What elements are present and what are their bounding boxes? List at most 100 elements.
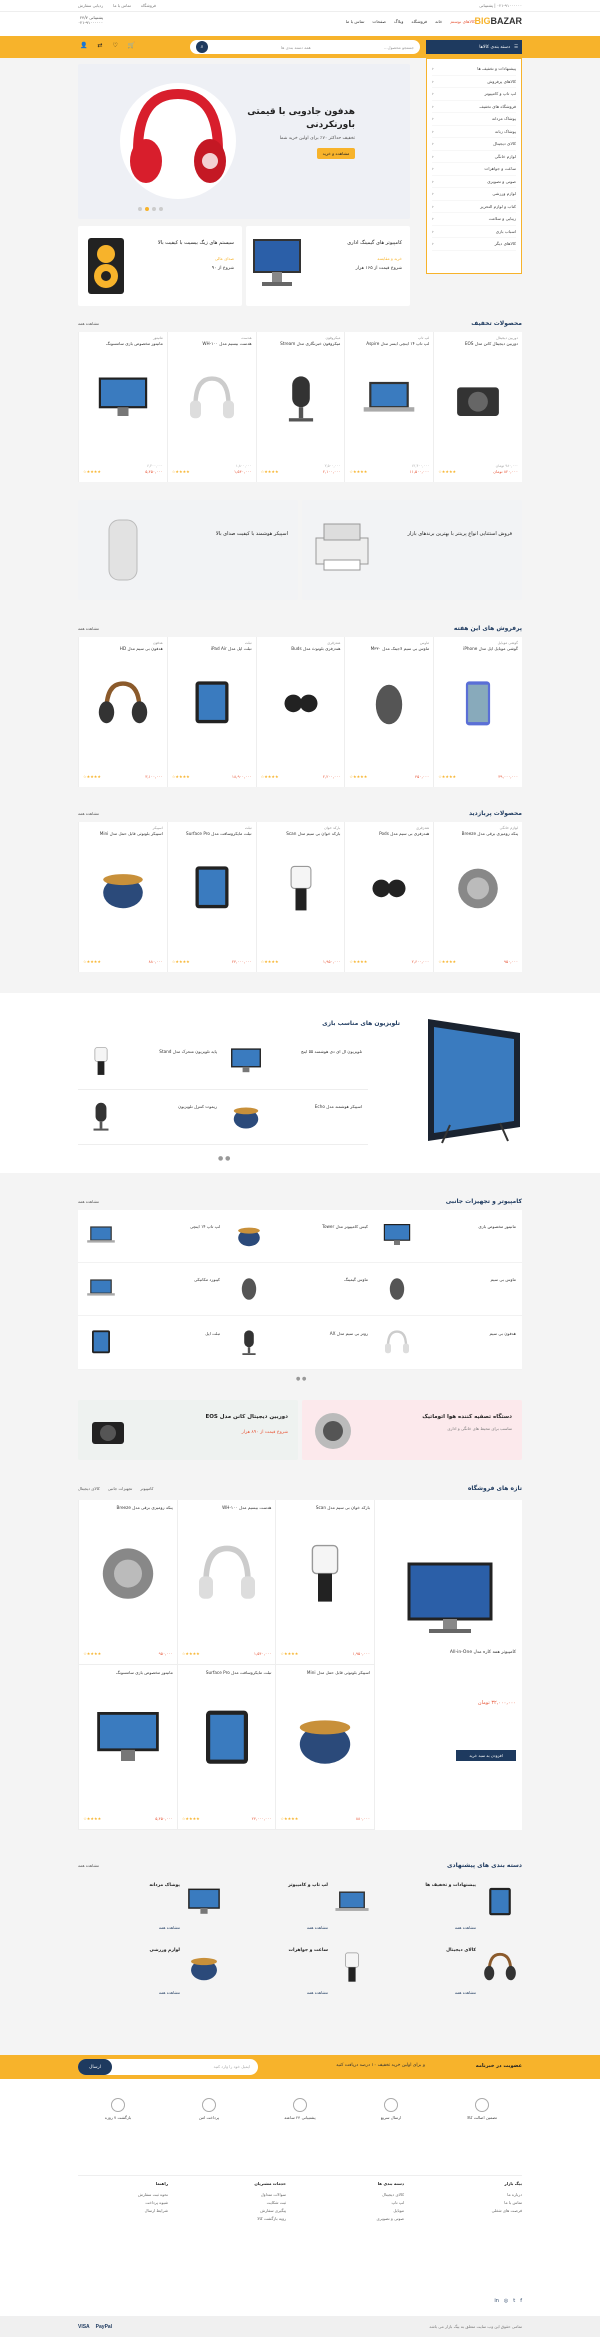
category-card-link[interactable]: مشاهده همه	[455, 1925, 476, 1930]
category-card[interactable]: ساعت و جواهرات مشاهده همه	[226, 1940, 374, 2005]
product-image[interactable]	[93, 862, 153, 917]
tv-list-item[interactable]: ریموت کنترل تلویزیون	[78, 1090, 223, 1145]
hero-button[interactable]: مشاهده و خرید	[317, 148, 355, 159]
product-card[interactable]: هندزفری هندزفری بی سیم مدل Pods ۲,۶۰۰,۰۰۰ ★…	[344, 822, 433, 972]
see-all-popular[interactable]: مشاهده همه	[78, 811, 99, 816]
product-card[interactable]: هندزفری هندزفری بلوتوث مدل Buds ۲,۲۰۰,۰۰۰ ★…	[255, 637, 345, 787]
site-logo[interactable]: BIGBAZAR	[474, 16, 522, 26]
product-image[interactable]	[192, 1705, 262, 1775]
product-image[interactable]	[448, 372, 508, 427]
product-image[interactable]	[271, 372, 331, 427]
tv-list-item[interactable]: پایه تلویزیون متحرک مدل Stand	[78, 1035, 223, 1090]
category-menu-item[interactable]: پوشاک زنانه ‹	[432, 126, 516, 138]
product-card[interactable]: تبلت تبلت اپل مدل iPad Air ۱۸,۹۰۰,۰۰۰ ★★★★☆	[166, 637, 256, 787]
product-image[interactable]	[271, 862, 331, 917]
category-menu-item[interactable]: زیبایی و سلامت ‹	[432, 213, 516, 226]
categories-button[interactable]: ☰ دسته بندی کالاها	[426, 40, 522, 54]
nav-item-contact[interactable]: تماس با ما	[346, 19, 365, 24]
category-menu-item[interactable]: پوشاک مردانه ‹	[432, 113, 516, 126]
product-image[interactable]	[359, 862, 419, 917]
product-image[interactable]	[182, 862, 242, 917]
see-all-computer[interactable]: مشاهده همه	[78, 1199, 99, 1204]
search-input[interactable]: جستجو محصول... همه دسته بندی ها ⌕	[190, 40, 420, 54]
footer-link[interactable]: شرایط ارسال	[78, 2207, 168, 2215]
promo-banner-smart-speaker[interactable]: اسپیکر هوشمند با کیفیت صدای بالا	[78, 500, 298, 600]
computer-list-item[interactable]: هدفون بی سیم	[374, 1317, 522, 1370]
product-card[interactable]: ماوس ماوس بی سیم لاجیتک مدل M۳۳۰ ۴۵۰,۰۰۰ ★★…	[344, 637, 433, 787]
twitter-icon[interactable]: t	[513, 2298, 515, 2304]
category-card-link[interactable]: مشاهده همه	[159, 1925, 180, 1930]
product-image[interactable]	[182, 677, 242, 732]
footer-link[interactable]: شیوه پرداخت	[78, 2199, 168, 2207]
compare-icon[interactable]: ⇄	[97, 42, 102, 49]
computer-pagination[interactable]: ● ●	[296, 1376, 306, 1382]
add-to-cart-button[interactable]: افزودن به سبد خرید	[456, 1750, 516, 1761]
footer-link[interactable]: درباره ما	[432, 2191, 522, 2199]
instagram-icon[interactable]: ◎	[504, 2298, 508, 2304]
tab-accessories[interactable]: تجهیزات جانبی	[108, 1486, 132, 1491]
category-card-link[interactable]: مشاهده همه	[307, 1925, 328, 1930]
computer-list-item[interactable]: ماوس گیمینگ	[226, 1263, 374, 1317]
see-all-cats[interactable]: مشاهده همه	[78, 1863, 99, 1868]
product-card[interactable]: هدفون هدفون بی سیم مدل HD ۳,۱۰۰,۰۰۰ ★★★★☆	[78, 637, 167, 787]
slider-dots[interactable]	[138, 207, 163, 211]
heart-icon[interactable]: ♡	[113, 42, 118, 49]
shop-product-card[interactable]: تبلت مایکروسافت مدل Surface Pro ۲۴,۰۰۰,۰۰…	[176, 1665, 276, 1830]
product-image[interactable]	[93, 1705, 163, 1775]
category-menu-item[interactable]: کالای دیجیتال ‹	[432, 138, 516, 151]
product-card[interactable]: ۹۸۰,۰۰۰ تومان دوربین دیجیتال دوربین دیجیتا…	[433, 332, 522, 482]
nav-item-blog[interactable]: وبلاگ	[394, 19, 403, 24]
computer-list-item[interactable]: ماوس بی سیم	[374, 1263, 522, 1317]
nav-item-pages[interactable]: صفحات	[372, 19, 386, 24]
product-card[interactable]: ۲,۵۰۰,۰۰۰ میکروفون میکروفون خبرنگاری مدل S…	[255, 332, 345, 482]
promo-banner-purifier[interactable]: دستگاه تصفیه کننده هوا اتوماتیک مناسب بر…	[302, 1400, 522, 1460]
facebook-icon[interactable]: f	[520, 2298, 522, 2304]
category-menu-item[interactable]: فروشگاه های تخفیف ‹	[432, 101, 516, 113]
shop-product-card[interactable]: بارکد خوان بی سیم مدل Scan ۱,۹۵۰,۰۰۰ ★★★★☆	[275, 1500, 374, 1665]
shop-product-card[interactable]: هدست بیسیم مدل WH-۱۰۰ ۱,۵۴۰,۰۰۰ ★★★★☆	[176, 1500, 276, 1665]
footer-link[interactable]: ثبت شکایت	[196, 2199, 286, 2207]
user-icon[interactable]: 👤	[80, 42, 87, 49]
product-image[interactable]	[359, 677, 419, 732]
shop-product-card[interactable]: مانیتور مخصوص بازی سامسونگ ۵,۴۵۰,۰۰۰ ★★★★☆	[78, 1665, 177, 1830]
footer-link[interactable]: نحوه ثبت سفارش	[78, 2191, 168, 2199]
category-menu-item[interactable]: اسباب بازی ‹	[432, 226, 516, 238]
search-category-select[interactable]: همه دسته بندی ها	[281, 45, 311, 50]
category-card[interactable]: کالای دیجیتال مشاهده همه	[374, 1940, 522, 2005]
linkedin-icon[interactable]: in	[494, 2298, 499, 2304]
product-card[interactable]: تبلت تبلت مایکروسافت مدل Surface Pro ۲۴,۰۰…	[166, 822, 256, 972]
footer-link[interactable]: موبایل	[314, 2207, 404, 2215]
computer-list-item[interactable]: تبلت اپل	[78, 1317, 226, 1370]
category-card-link[interactable]: مشاهده همه	[455, 1990, 476, 1995]
product-image[interactable]	[93, 677, 153, 732]
search-icon[interactable]: ⌕	[196, 41, 208, 53]
computer-list-item[interactable]: کیبورد مکانیکی	[78, 1263, 226, 1317]
promo-banner-camera[interactable]: دوربین دیجیتال کانن مدل EOS شروع قیمت از…	[78, 1400, 298, 1460]
footer-link[interactable]: رویه بازگشت کالا	[196, 2215, 286, 2223]
nav-item-home[interactable]: خانه	[435, 19, 442, 24]
category-card-link[interactable]: مشاهده همه	[159, 1990, 180, 1995]
product-image[interactable]	[271, 677, 331, 732]
category-menu-item[interactable]: کالاهای دیگر ‹	[432, 238, 516, 251]
nav-item-special[interactable]: کالاهای نوستم	[450, 19, 475, 24]
footer-link[interactable]: صوتی و تصویری	[314, 2215, 404, 2223]
footer-link[interactable]: سوالات متداول	[196, 2191, 286, 2199]
category-menu-item[interactable]: لوازم ورزشی ‹	[432, 188, 516, 201]
see-all-sale[interactable]: مشاهده همه	[78, 321, 99, 326]
shop-product-card[interactable]: اسپیکر بلوتوثی قابل حمل مدل Mini ۸۸۰,۰۰۰ ★…	[275, 1665, 374, 1830]
hero-slider[interactable]: هدفون جادویی با قیمتی باورنکردنی تخفیف ح…	[78, 64, 410, 219]
promo-banner-computer[interactable]: کامپیوتر های گیمینگ اداری خرید و مقایسه …	[246, 226, 410, 306]
promo-banner-printer[interactable]: فروش استثنایی انواع پرینتر با بهترین برن…	[302, 500, 522, 600]
top-link-contact[interactable]: تماس با ما	[113, 3, 131, 8]
category-card-link[interactable]: مشاهده همه	[307, 1990, 328, 1995]
computer-list-item[interactable]: لپ تاپ ۱۴ اینچی	[78, 1210, 226, 1263]
nav-item-shop[interactable]: فروشگاه	[411, 19, 427, 24]
category-card[interactable]: پیشنهادات و تخفیف ها مشاهده همه	[374, 1875, 522, 1940]
product-image[interactable]	[448, 677, 508, 732]
product-card[interactable]: ۱۲,۴۰۰,۰۰۰ لپ تاپ لپ تاپ ۱۴ اینچی ایسر مدل…	[344, 332, 433, 482]
product-image[interactable]	[359, 372, 419, 427]
category-menu-item[interactable]: پیشنهادات و تخفیف ها ‹	[432, 63, 516, 76]
featured-product[interactable]: کامپیوتر همه کاره مدل All-in-One ۳۲,۰۰۰,…	[374, 1500, 522, 1830]
category-card[interactable]: لپ تاپ و کامپیوتر مشاهده همه	[226, 1875, 374, 1940]
tv-list-item[interactable]: تلویزیون ال ای دی هوشمند ۵۵ اینچ	[223, 1035, 368, 1090]
